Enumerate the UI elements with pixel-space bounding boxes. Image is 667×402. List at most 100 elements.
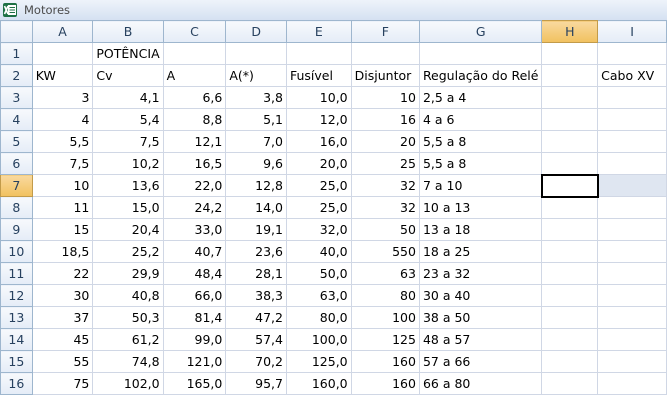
row-header-16[interactable]: 16: [0, 372, 33, 395]
cell-d8[interactable]: 14,0: [225, 196, 287, 219]
cell-e3[interactable]: 10,0: [285, 86, 352, 109]
cell-d4[interactable]: 5,1: [225, 108, 287, 131]
cell-a10[interactable]: 18,5: [31, 240, 94, 263]
row-header-1[interactable]: 1: [0, 42, 33, 65]
cell-a5[interactable]: 5,5: [31, 130, 94, 153]
cell-e8[interactable]: 25,0: [285, 196, 352, 219]
cell-h2[interactable]: [541, 64, 599, 87]
cell-c1[interactable]: [162, 42, 227, 65]
cell-h1[interactable]: [541, 42, 599, 65]
cell-c14[interactable]: 99,0: [162, 328, 227, 351]
cell-c2[interactable]: A: [162, 64, 227, 87]
cell-g15[interactable]: 57 a 66: [418, 350, 543, 373]
cell-a2[interactable]: KW: [31, 64, 94, 87]
cell-i4[interactable]: [597, 108, 667, 131]
cell-g1[interactable]: [418, 42, 543, 65]
row-header-11[interactable]: 11: [0, 262, 33, 285]
cell-c5[interactable]: 12,1: [162, 130, 227, 153]
cell-i5[interactable]: [597, 130, 667, 153]
cell-f2[interactable]: Disjuntor: [350, 64, 420, 87]
cell-h8[interactable]: [541, 196, 599, 219]
cell-d12[interactable]: 38,3: [225, 284, 287, 307]
spreadsheet-table[interactable]: ABCDEFGHI 1 POTÊNCIA 2 KW Cv A A(*) Fusível Disj…: [0, 20, 667, 395]
cell-e12[interactable]: 63,0: [285, 284, 352, 307]
cell-b15[interactable]: 74,8: [92, 350, 164, 373]
cell-a13[interactable]: 37: [31, 306, 94, 329]
row-header-5[interactable]: 5: [0, 130, 33, 153]
row-header-10[interactable]: 10: [0, 240, 33, 263]
cell-g5[interactable]: 5,5 a 8: [418, 130, 543, 153]
cell-c15[interactable]: 121,0: [162, 350, 227, 373]
cell-e13[interactable]: 80,0: [285, 306, 352, 329]
row-header-14[interactable]: 14: [0, 328, 33, 351]
cell-e11[interactable]: 50,0: [285, 262, 352, 285]
cell-e7[interactable]: 25,0: [285, 174, 352, 197]
cell-d15[interactable]: 70,2: [225, 350, 287, 373]
cell-h15[interactable]: [541, 350, 599, 373]
row-header-3[interactable]: 3: [0, 86, 33, 109]
cell-c12[interactable]: 66,0: [162, 284, 227, 307]
cell-b7[interactable]: 13,6: [92, 174, 164, 197]
cell-i2[interactable]: Cabo XV: [597, 64, 667, 87]
cell-i3[interactable]: [597, 86, 667, 109]
cell-f7[interactable]: 32: [350, 174, 420, 197]
cell-d2[interactable]: A(*): [225, 64, 287, 87]
cell-e16[interactable]: 160,0: [285, 372, 352, 395]
cell-i13[interactable]: [597, 306, 667, 329]
cell-c4[interactable]: 8,8: [162, 108, 227, 131]
cell-e15[interactable]: 125,0: [285, 350, 352, 373]
cell-g7[interactable]: 7 a 10: [418, 174, 543, 197]
cell-i15[interactable]: [597, 350, 667, 373]
cell-h10[interactable]: [541, 240, 599, 263]
cell-a15[interactable]: 55: [31, 350, 94, 373]
column-header-a[interactable]: A: [31, 20, 94, 43]
cell-h13[interactable]: [541, 306, 599, 329]
cell-f3[interactable]: 10: [350, 86, 420, 109]
cell-i10[interactable]: [597, 240, 667, 263]
cell-a11[interactable]: 22: [31, 262, 94, 285]
cell-a12[interactable]: 30: [31, 284, 94, 307]
cell-d16[interactable]: 95,7: [225, 372, 287, 395]
cell-h6[interactable]: [541, 152, 599, 175]
cell-f10[interactable]: 550: [350, 240, 420, 263]
cell-a4[interactable]: 4: [31, 108, 94, 131]
row-header-6[interactable]: 6: [0, 152, 33, 175]
cell-c13[interactable]: 81,4: [162, 306, 227, 329]
cell-c16[interactable]: 165,0: [162, 372, 227, 395]
cell-c10[interactable]: 40,7: [162, 240, 227, 263]
cell-b1[interactable]: POTÊNCIA: [92, 42, 164, 65]
cell-g11[interactable]: 23 a 32: [418, 262, 543, 285]
cell-b12[interactable]: 40,8: [92, 284, 164, 307]
column-header-h[interactable]: H: [541, 20, 599, 43]
cell-f5[interactable]: 20: [350, 130, 420, 153]
row-header-8[interactable]: 8: [0, 196, 33, 219]
cell-d11[interactable]: 28,1: [225, 262, 287, 285]
cell-g3[interactable]: 2,5 a 4: [418, 86, 543, 109]
row-header-4[interactable]: 4: [0, 108, 33, 131]
cell-d9[interactable]: 19,1: [225, 218, 287, 241]
cell-b11[interactable]: 29,9: [92, 262, 164, 285]
cell-a16[interactable]: 75: [31, 372, 94, 395]
cell-h9[interactable]: [541, 218, 599, 241]
cell-b6[interactable]: 10,2: [92, 152, 164, 175]
spreadsheet-grid[interactable]: ABCDEFGHI 1 POTÊNCIA 2 KW Cv A A(*) Fusível Disj…: [0, 20, 667, 402]
cell-g8[interactable]: 10 a 13: [418, 196, 543, 219]
cell-f1[interactable]: [350, 42, 420, 65]
cell-b5[interactable]: 7,5: [92, 130, 164, 153]
cell-b8[interactable]: 15,0: [92, 196, 164, 219]
cell-g13[interactable]: 38 a 50: [418, 306, 543, 329]
cell-h14[interactable]: [541, 328, 599, 351]
cell-f4[interactable]: 16: [350, 108, 420, 131]
cell-i11[interactable]: [597, 262, 667, 285]
cell-i1[interactable]: [597, 42, 667, 65]
row-header-2[interactable]: 2: [0, 64, 33, 87]
column-header-f[interactable]: F: [350, 20, 420, 43]
column-header-d[interactable]: D: [225, 20, 287, 43]
select-all-corner[interactable]: [0, 20, 33, 43]
cell-i12[interactable]: [597, 284, 667, 307]
cell-i16[interactable]: [597, 372, 667, 395]
cell-e4[interactable]: 12,0: [285, 108, 352, 131]
cell-h5[interactable]: [541, 130, 599, 153]
cell-a14[interactable]: 45: [31, 328, 94, 351]
cell-a3[interactable]: 3: [31, 86, 94, 109]
